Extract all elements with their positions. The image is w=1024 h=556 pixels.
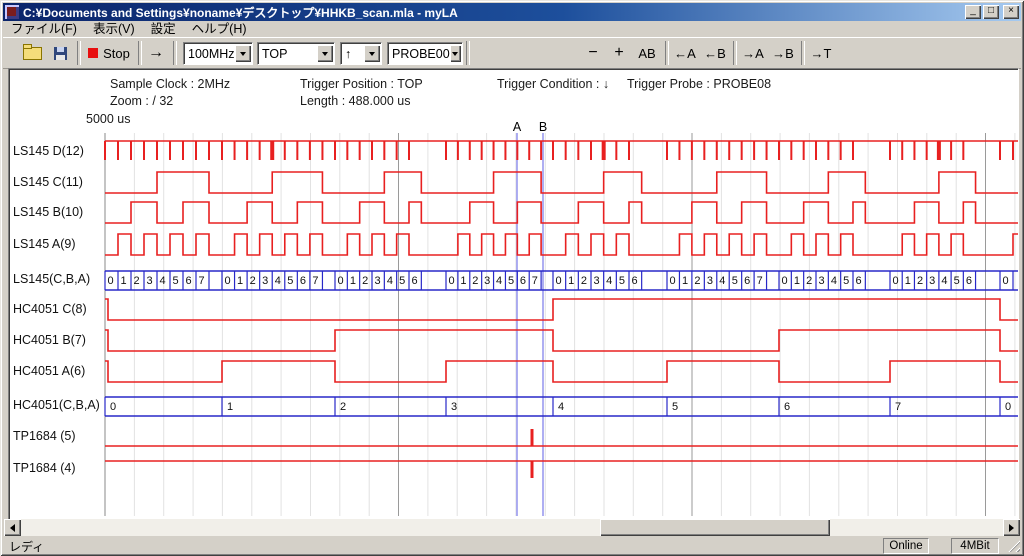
goto-a-right-button[interactable]: →A <box>739 42 767 64</box>
toolbar-separator <box>138 41 142 65</box>
scrollbar-thumb[interactable] <box>600 519 830 536</box>
channel-label-hc4051-c-b-a: HC4051(C,B,A) <box>13 398 100 412</box>
open-folder-icon <box>23 47 42 60</box>
app-window: C:¥Documents and Settings¥noname¥デスクトップ¥… <box>0 0 1024 556</box>
chevron-down-icon[interactable] <box>450 45 461 62</box>
chevron-down-icon[interactable] <box>317 45 333 62</box>
channel-label-hc4051-c-8: HC4051 C(8) <box>13 302 87 316</box>
resize-grip-icon[interactable] <box>1007 539 1020 552</box>
save-button[interactable] <box>47 42 73 64</box>
ab-cursors-button[interactable]: AB <box>633 42 661 64</box>
title-bar: C:¥Documents and Settings¥noname¥デスクトップ¥… <box>3 3 1021 21</box>
save-floppy-icon <box>54 47 67 60</box>
channel-label-ls145-a-9: LS145 A(9) <box>13 237 76 251</box>
channel-label-hc4051-a-6: HC4051 A(6) <box>13 364 85 378</box>
channel-label-tp1684-4: TP1684 (4) <box>13 461 76 475</box>
zoom-text: Zoom : / 32 <box>110 94 173 108</box>
channel-label-ls145-d-12: LS145 D(12) <box>13 144 84 158</box>
trigger-condition-text: Trigger Condition : ↓ <box>497 77 609 91</box>
menu-settings[interactable]: 設定 <box>143 21 184 37</box>
channel-label-ls145-c-b-a: LS145(C,B,A) <box>13 272 90 286</box>
zoom-out-button[interactable]: − <box>581 42 605 64</box>
cursor-a-label[interactable]: A <box>511 120 523 134</box>
channel-label-ls145-c-11: LS145 C(11) <box>13 175 83 189</box>
menu-file[interactable]: ファイル(F) <box>3 21 85 37</box>
toolbar-separator <box>466 41 470 65</box>
stop-icon <box>88 48 98 58</box>
toolbar-separator <box>173 41 177 65</box>
toolbar-separator <box>801 41 805 65</box>
waveform-panel <box>8 68 1019 520</box>
maximize-button[interactable]: □ <box>983 5 999 19</box>
goto-b-left-button[interactable]: ←B <box>701 42 729 64</box>
status-bar: レディ Online 4MBit <box>3 537 1021 553</box>
toolbar: Stop → 100MHz TOP ↑ PROBE00 − + AB ←A ←B… <box>3 37 1021 69</box>
menu-help[interactable]: ヘルプ(H) <box>184 21 255 37</box>
horizontal-scrollbar[interactable] <box>4 519 1020 536</box>
trigger-probe-text: Trigger Probe : PROBE08 <box>627 77 771 91</box>
scroll-left-button[interactable] <box>4 519 21 536</box>
trigger-position-text: Trigger Position : TOP <box>300 77 423 91</box>
trigger-probe-combo[interactable]: PROBE00 <box>387 42 463 65</box>
sample-rate-combo[interactable]: 100MHz <box>183 42 253 65</box>
arrow-left-icon <box>6 524 15 532</box>
trigger-edge-combo[interactable]: ↑ <box>340 42 382 65</box>
goto-b-right-button[interactable]: →B <box>769 42 797 64</box>
chevron-down-icon[interactable] <box>235 45 251 62</box>
toolbar-separator <box>733 41 737 65</box>
open-button[interactable] <box>19 42 45 64</box>
status-online-badge: Online <box>883 538 929 554</box>
trigger-position-combo[interactable]: TOP <box>257 42 335 65</box>
length-text: Length : 488.000 us <box>300 94 411 108</box>
app-icon <box>5 5 19 19</box>
stop-button[interactable]: Stop <box>83 42 135 64</box>
chevron-down-icon[interactable] <box>364 45 380 62</box>
zoom-in-button[interactable]: + <box>607 42 631 64</box>
toolbar-separator <box>665 41 669 65</box>
cursor-b-label[interactable]: B <box>537 120 549 134</box>
sample-clock-text: Sample Clock : 2MHz <box>110 77 230 91</box>
arrow-right-icon <box>1009 524 1018 532</box>
time-scale-label: 5000 us <box>86 112 130 126</box>
minimize-button[interactable]: _ <box>965 5 981 19</box>
menu-view[interactable]: 表示(V) <box>85 21 143 37</box>
run-button[interactable]: → <box>143 42 169 64</box>
status-memory-badge: 4MBit <box>951 538 999 554</box>
toolbar-separator <box>77 41 81 65</box>
close-button[interactable]: × <box>1003 5 1019 19</box>
scroll-right-button[interactable] <box>1003 519 1020 536</box>
goto-a-left-button[interactable]: ←A <box>671 42 699 64</box>
channel-label-hc4051-b-7: HC4051 B(7) <box>13 333 86 347</box>
status-ready-text: レディ <box>9 538 44 555</box>
window-title: C:¥Documents and Settings¥noname¥デスクトップ¥… <box>23 4 458 21</box>
channel-label-ls145-b-10: LS145 B(10) <box>13 205 83 219</box>
menu-bar: ファイル(F) 表示(V) 設定 ヘルプ(H) <box>3 21 1021 37</box>
goto-trigger-button[interactable]: →T <box>807 42 835 64</box>
channel-label-tp1684-5: TP1684 (5) <box>13 429 76 443</box>
